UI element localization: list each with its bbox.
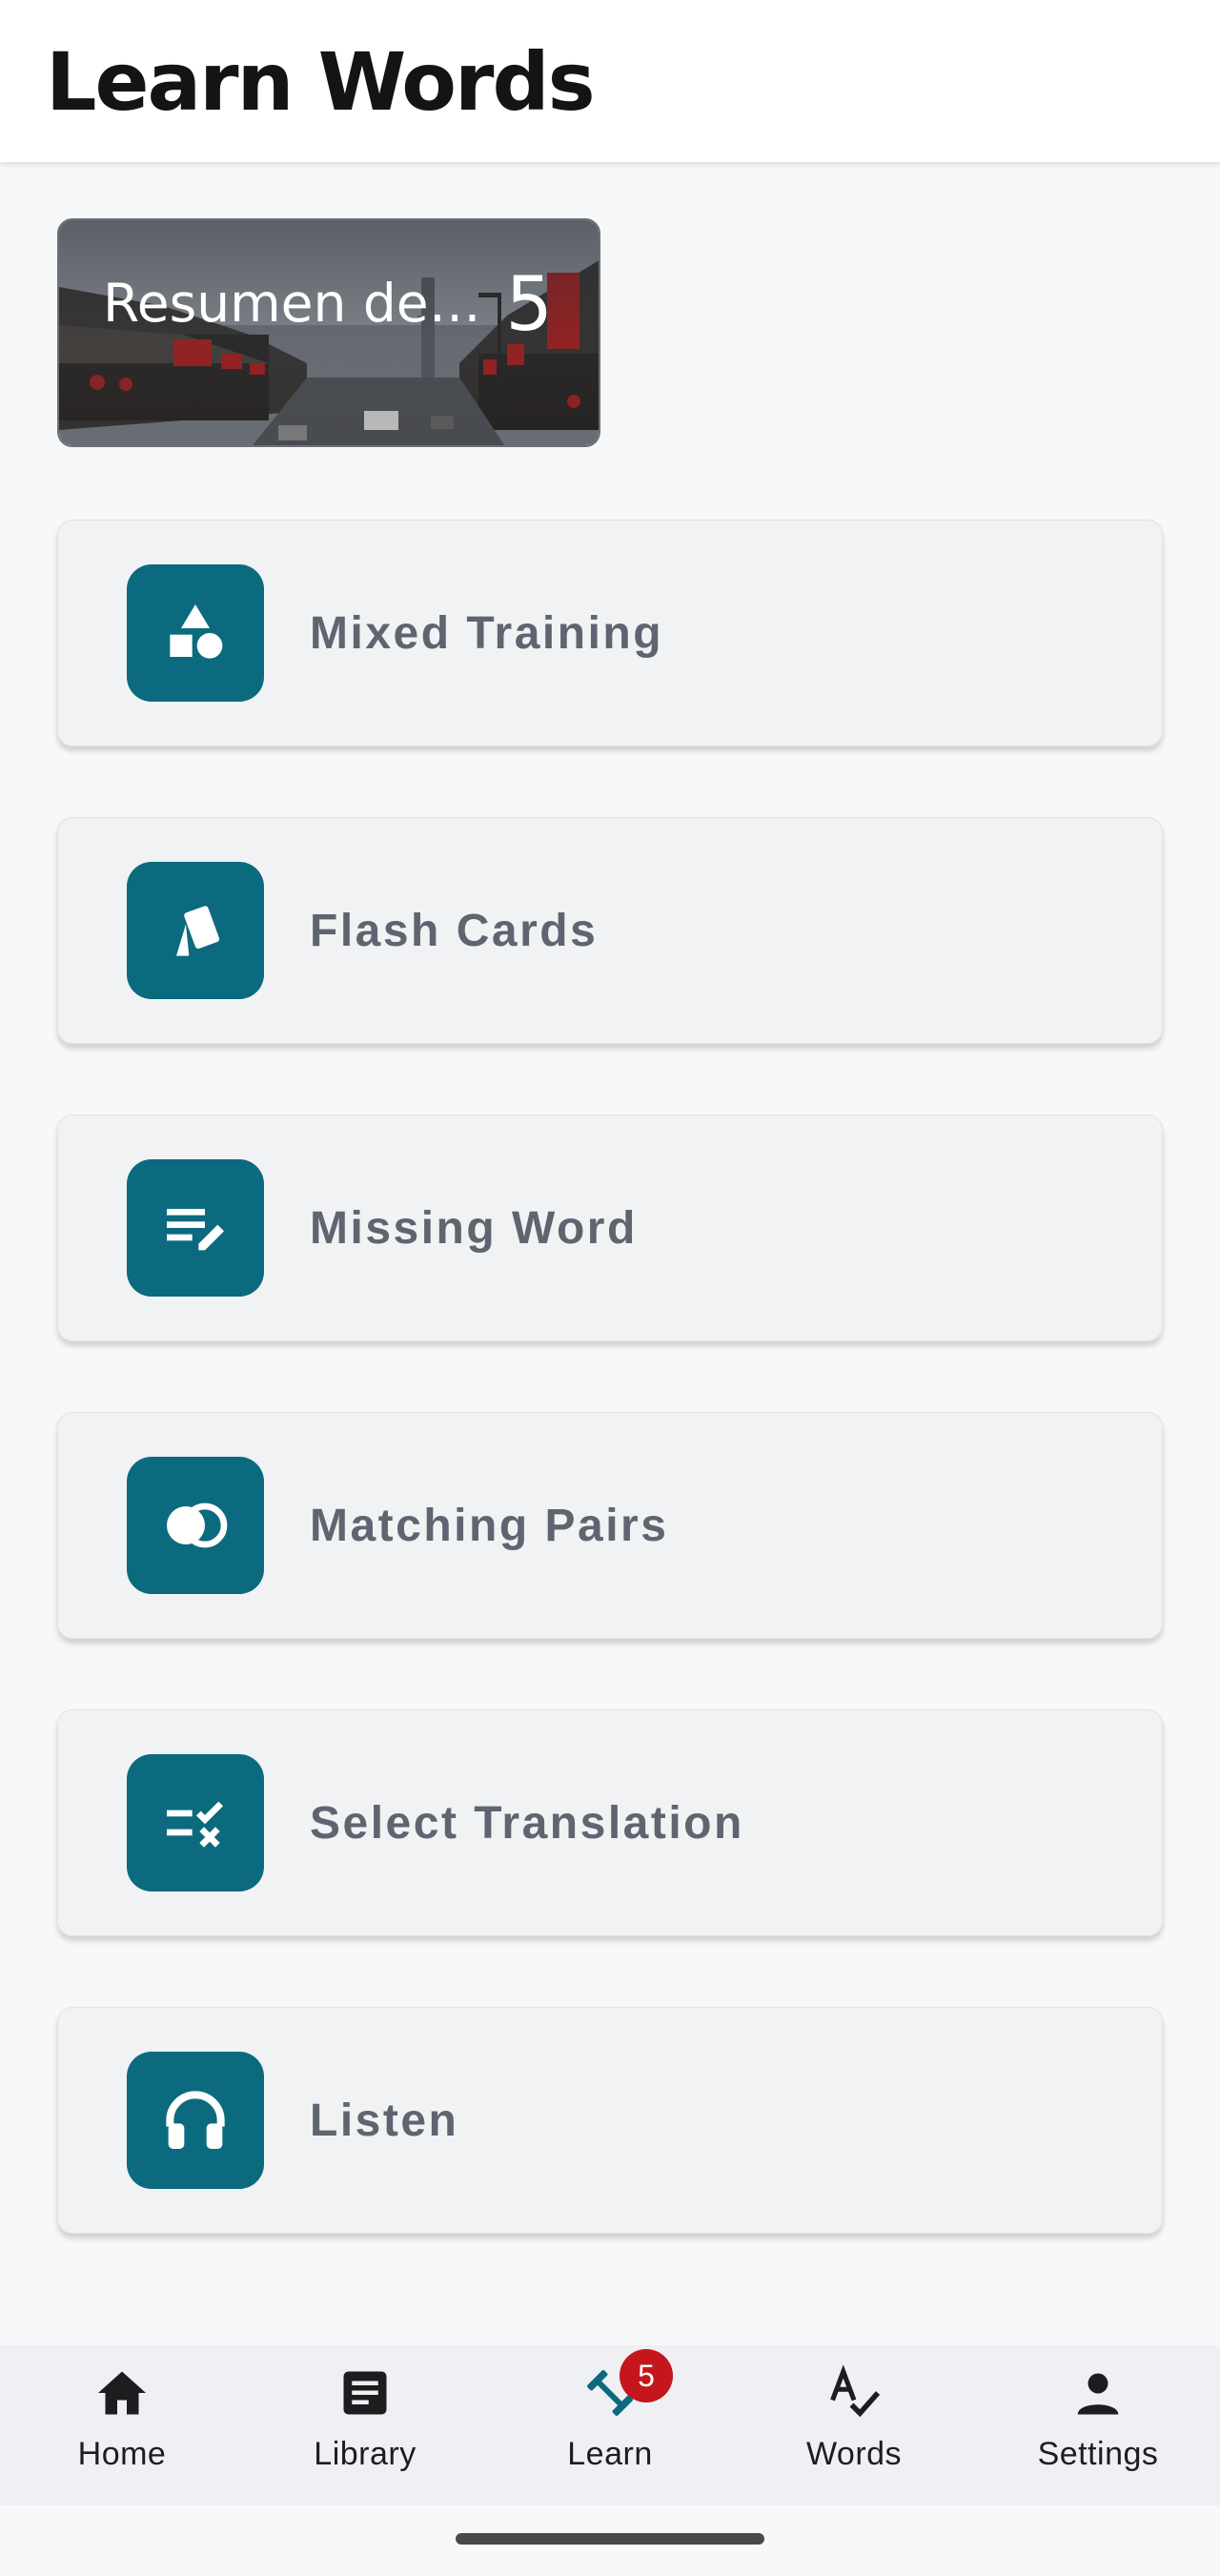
home-indicator[interactable] (456, 2533, 764, 2545)
set-word-count: 5 (505, 262, 553, 348)
activity-icon-box (127, 1754, 264, 1891)
activity-label: Listen (310, 2096, 459, 2146)
page-title: Learn Words (46, 35, 596, 129)
nav-item-learn[interactable]: 5 Learn (505, 2345, 715, 2505)
activity-icon-box (127, 2052, 264, 2189)
home-icon (98, 2371, 146, 2415)
nav-label: Home (77, 2436, 167, 2472)
activity-label: Flash Cards (310, 906, 599, 956)
activity-label: Mixed Training (310, 608, 664, 659)
activity-missing-word[interactable]: Missing Word (57, 1114, 1163, 1341)
headphones-icon (166, 2091, 225, 2149)
shapes-icon (170, 604, 223, 659)
activity-select-translation[interactable]: Select Translation (57, 1709, 1163, 1936)
learn-words-screen: Learn Words Resumen de V 5 Mixed Trainin… (0, 0, 1220, 2576)
activity-label: Missing Word (310, 1203, 638, 1254)
bottom-navigation: Home Library 5 Learn Words Settings (0, 2345, 1220, 2505)
person-icon (1077, 2373, 1119, 2415)
activity-label: Select Translation (310, 1798, 744, 1849)
edit-note-icon (167, 1209, 224, 1251)
activity-icon-box (127, 862, 264, 999)
spellcheck-icon (830, 2364, 881, 2418)
activity-mixed-training[interactable]: Mixed Training (57, 520, 1163, 746)
word-set-card[interactable]: Resumen de Viaje a China 5 (57, 218, 600, 447)
nav-label: Words (805, 2436, 903, 2472)
nav-item-home[interactable]: Home (17, 2345, 227, 2505)
activity-matching-pairs[interactable]: Matching Pairs (57, 1412, 1163, 1639)
set-title: Resumen de Viaje a China (103, 273, 484, 334)
nav-item-words[interactable]: Words (749, 2345, 959, 2505)
app-header: Learn Words (0, 0, 1220, 162)
overlapping-circles-icon (167, 1503, 228, 1548)
nav-label: Settings (1037, 2436, 1159, 2472)
activity-icon-box (127, 1457, 264, 1594)
nav-label: Library (314, 2436, 417, 2472)
activity-icon-box (127, 564, 264, 702)
learn-badge: 5 (620, 2349, 673, 2402)
activity-label: Matching Pairs (310, 1501, 669, 1551)
article-icon (343, 2371, 387, 2415)
nav-label: Learn (567, 2436, 653, 2472)
activity-listen[interactable]: Listen (57, 2007, 1163, 2234)
activity-icon-box (127, 1159, 264, 1297)
cards-icon (176, 906, 220, 956)
nav-item-settings[interactable]: Settings (993, 2345, 1203, 2505)
nav-item-library[interactable]: Library (260, 2345, 470, 2505)
rule-icon (167, 1801, 224, 1848)
activity-flash-cards[interactable]: Flash Cards (57, 817, 1163, 1044)
